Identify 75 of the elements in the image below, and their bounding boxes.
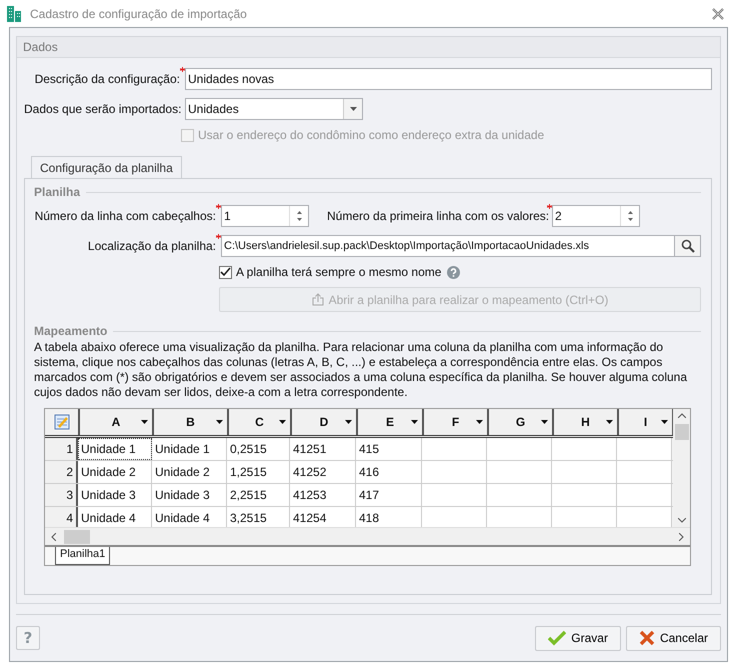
- checkbox[interactable]: [219, 266, 232, 278]
- share-icon: [312, 293, 324, 306]
- data-type-dropdown[interactable]: Unidades: [185, 98, 363, 120]
- table-cell: 416: [356, 461, 422, 483]
- field-label: Dados que serão importados:: [24, 102, 180, 116]
- table-cell: 3,2515: [227, 507, 290, 527]
- first-row-spinner[interactable]: 2: [552, 205, 640, 227]
- table-cell: Unidade 1: [152, 438, 227, 460]
- table-cell: 415: [356, 438, 422, 460]
- spin-arrows-icon: [626, 210, 634, 222]
- caret-icon: [476, 420, 483, 424]
- column-header[interactable]: E: [358, 409, 424, 435]
- caret-icon: [350, 107, 356, 111]
- window-title: Cadastro de configuração de importação: [30, 6, 248, 20]
- checkbox-label: A planilha terá sempre o mesmo nome: [236, 265, 442, 279]
- scrollbar-thumb[interactable]: [674, 424, 688, 440]
- table-cell: Unidade 2: [152, 461, 227, 483]
- caret-icon: [141, 420, 148, 424]
- column-header[interactable]: F: [424, 409, 489, 435]
- spin-arrows-icon: [296, 210, 302, 222]
- header-row-spinner[interactable]: 1: [221, 205, 309, 227]
- field-label: Número da linha com cabeçalhos:: [34, 209, 216, 223]
- table-cell: 1,2515: [227, 461, 290, 483]
- scrollbar-thumb[interactable]: [64, 530, 90, 544]
- field-label: Descrição da configuração:: [34, 72, 180, 86]
- table-cell: 41251: [290, 438, 356, 460]
- table-cell: Unidade 3: [152, 484, 227, 506]
- table-cell: 41253: [290, 484, 356, 506]
- caret-icon: [541, 420, 548, 424]
- edit-sheet-icon[interactable]: [54, 414, 70, 430]
- caret-icon: [216, 420, 223, 424]
- column-header[interactable]: B: [154, 409, 229, 435]
- horizontal-scrollbar[interactable]: [45, 527, 690, 545]
- vertical-scrollbar[interactable]: [673, 409, 690, 527]
- search-icon: [680, 239, 694, 253]
- section-title: Mapeamento: [34, 324, 108, 338]
- column-header[interactable]: D: [292, 409, 358, 435]
- cancel-button[interactable]: Cancelar: [626, 626, 721, 650]
- column-header[interactable]: H: [554, 409, 619, 435]
- buildings-icon: [6, 5, 22, 22]
- close-icon: [638, 630, 655, 646]
- table-cell: 41252: [290, 461, 356, 483]
- table-cell: Unidade 1: [78, 438, 152, 460]
- caret-icon: [345, 420, 352, 424]
- caret-icon: [661, 420, 668, 424]
- table-cell: Unidade 4: [152, 507, 227, 527]
- checkmark-icon: [548, 630, 566, 646]
- checkbox-label: Usar o endereço do condômino como endereço extra da unidade: [198, 128, 544, 142]
- tab[interactable]: Configuração da planilha: [31, 156, 182, 179]
- table-cell: Unidade 3: [78, 484, 152, 506]
- table-cell: Unidade 2: [78, 461, 152, 483]
- description-field[interactable]: Unidades novas: [185, 68, 712, 90]
- caret-icon: [606, 420, 613, 424]
- column-header[interactable]: C: [229, 409, 292, 435]
- table-cell: 417: [356, 484, 422, 506]
- panel-title: Dados: [23, 40, 58, 54]
- save-button[interactable]: Gravar: [535, 626, 621, 650]
- close-icon[interactable]: [712, 8, 724, 20]
- help-icon[interactable]: [447, 266, 460, 278]
- table-cell: 0,2515: [227, 438, 290, 460]
- column-header[interactable]: G: [489, 409, 554, 435]
- field-label: Localização da planilha:: [86, 239, 216, 253]
- instructions-text: A tabela abaixo oferece uma visualização da planilha. Para relacionar uma coluna da planilha com uma informação do sistema, clique nos cabeçalhos das colunas (letras A, B, C, ...) e estabeleça a correspondência entre elas. Os campos marcados com (*) são obrigatórios e devem ser associados a uma coluna específica da planilha. Se houver alguma coluna cujos dados não devam ser lidos, deixe-a com a letra correspondente.: [34, 340, 688, 400]
- section-title: Planilha: [34, 185, 80, 199]
- table-cell: Unidade 4: [78, 507, 152, 527]
- table-cell: 2,2515: [227, 484, 290, 506]
- table-cell: 418: [356, 507, 422, 527]
- file-path-field[interactable]: C:\Users\andrielesil.sup.pack\Desktop\Importação\ImportacaoUnidades.xls: [221, 235, 675, 257]
- caret-icon: [411, 420, 418, 424]
- column-header[interactable]: A: [80, 409, 154, 435]
- table-cell: 41254: [290, 507, 356, 527]
- search-button[interactable]: [675, 235, 701, 257]
- field-label: Número da primeira linha com os valores:: [327, 209, 547, 223]
- sheet-tab[interactable]: Planilha1: [55, 547, 110, 565]
- caret-icon: [279, 420, 286, 424]
